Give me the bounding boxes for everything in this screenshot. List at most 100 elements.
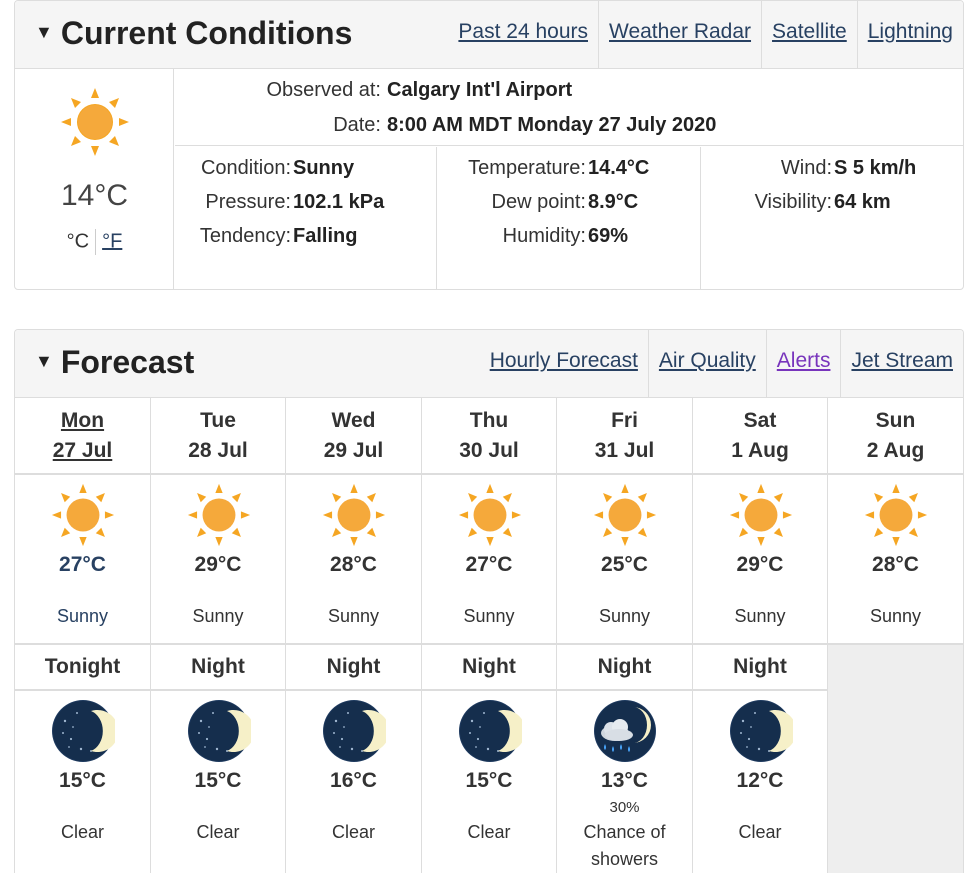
night-low-temp: 15°C bbox=[59, 769, 106, 792]
forecast-day-header: Tue 28 Jul bbox=[151, 398, 286, 475]
observation-info: Observed at: Calgary Int'l Airport Date: 8… bbox=[175, 69, 963, 146]
sun-icon bbox=[458, 483, 522, 552]
night-condition: Clear bbox=[60, 822, 104, 842]
day-date: 2 Aug bbox=[866, 439, 925, 462]
satellite-link[interactable]: Satellite bbox=[761, 1, 857, 69]
lightning-link[interactable]: Lightning bbox=[856, 1, 963, 69]
day-date: 27 Jul bbox=[52, 439, 113, 462]
moon-icon bbox=[51, 699, 119, 768]
condition-value: Sunny bbox=[293, 157, 355, 179]
forecast-night-cell: 15°C Clear bbox=[151, 691, 286, 873]
day-condition: Sunny bbox=[463, 606, 515, 626]
day-date: 31 Jul bbox=[594, 439, 655, 462]
forecast-night-header: Night bbox=[286, 645, 422, 691]
day-condition: Sunny bbox=[734, 606, 786, 626]
weather-radar-link[interactable]: Weather Radar bbox=[598, 1, 761, 69]
moon-icon bbox=[729, 699, 797, 768]
sun-icon bbox=[593, 483, 657, 552]
forecast-night-header: Night bbox=[693, 645, 828, 691]
day-of-week: Thu bbox=[469, 409, 509, 432]
temperature-label: Temperature: bbox=[468, 157, 586, 179]
moon-cloud-rain-icon bbox=[593, 699, 657, 768]
hourly-forecast-link[interactable]: Hourly Forecast bbox=[480, 330, 648, 398]
night-condition: Clear bbox=[331, 822, 375, 842]
visibility-label: Visibility: bbox=[754, 191, 832, 213]
forecast-header: ▼ Forecast Hourly Forecast Air Quality Al… bbox=[15, 330, 963, 398]
day-date: 28 Jul bbox=[188, 439, 248, 462]
day-date: 1 Aug bbox=[731, 439, 789, 462]
forecast-day-cell: 28°C Sunny bbox=[286, 475, 422, 645]
forecast-day-header: Sun 2 Aug bbox=[828, 398, 963, 475]
current-temperature: 14°C bbox=[60, 179, 129, 212]
day-date: 29 Jul bbox=[323, 439, 384, 462]
current-conditions-title[interactable]: ▼ Current Conditions bbox=[35, 15, 352, 52]
day-condition: Sunny bbox=[192, 606, 244, 626]
day-date: 30 Jul bbox=[459, 439, 519, 462]
air-quality-link[interactable]: Air Quality bbox=[647, 330, 766, 398]
night-low-temp: 12°C bbox=[736, 769, 784, 792]
precip-probability: 30% bbox=[609, 799, 640, 816]
celsius-unit: °C bbox=[66, 230, 90, 253]
dew-point-value: 8.9°C bbox=[588, 191, 639, 213]
current-summary: 14°C °C °F bbox=[15, 69, 174, 289]
current-conditions-panel: ▼ Current Conditions Past 24 hours Weathe… bbox=[14, 0, 964, 290]
sun-icon bbox=[322, 483, 386, 552]
day-of-week: Mon bbox=[60, 409, 105, 432]
forecast-night-header: Night bbox=[151, 645, 286, 691]
forecast-day-cell: 27°C Sunny bbox=[15, 475, 151, 645]
sun-icon bbox=[61, 88, 129, 156]
forecast-day-cell: 29°C Sunny bbox=[151, 475, 286, 645]
conditions-column-2: Temperature: 14.4°C Dew point: 8.9°C Humid… bbox=[438, 147, 701, 289]
current-conditions-header: ▼ Current Conditions Past 24 hours Weathe… bbox=[15, 1, 963, 69]
current-conditions-links: Past 24 hours Weather Radar Satellite Li… bbox=[448, 1, 963, 69]
forecast-title[interactable]: ▼ Forecast bbox=[35, 344, 194, 381]
observed-at-value: Calgary Int'l Airport bbox=[387, 79, 573, 101]
day-high-temp: 29°C bbox=[194, 553, 242, 576]
forecast-night-header: Night bbox=[422, 645, 557, 691]
night-low-temp: 15°C bbox=[465, 769, 513, 792]
pressure-label: Pressure: bbox=[205, 191, 291, 213]
wind-value: S 5 km/h bbox=[834, 157, 917, 179]
forecast-day-header: Thu 30 Jul bbox=[422, 398, 557, 475]
night-low-temp: 15°C bbox=[194, 769, 242, 792]
night-condition: Clear bbox=[196, 822, 240, 842]
temperature-value: 14.4°C bbox=[588, 157, 650, 179]
conditions-column-3: Wind: S 5 km/h Visibility: 64 km bbox=[702, 147, 963, 289]
day-of-week: Tue bbox=[200, 409, 236, 432]
forecast-day-cell: 28°C Sunny bbox=[828, 475, 963, 645]
forecast-day-cell: 29°C Sunny bbox=[693, 475, 828, 645]
jet-stream-link[interactable]: Jet Stream bbox=[840, 330, 963, 398]
condition-label: Condition: bbox=[200, 157, 291, 179]
night-condition: Clear bbox=[738, 822, 782, 842]
day-of-week: Sun bbox=[875, 409, 916, 432]
forecast-night-header: Tonight bbox=[15, 645, 151, 691]
unit-toggle: °C °F bbox=[15, 229, 174, 255]
night-low-temp: 13°C bbox=[601, 769, 648, 792]
tendency-label: Tendency: bbox=[199, 225, 291, 247]
day-high-temp: 27°C bbox=[465, 553, 513, 576]
day-of-week: Sat bbox=[743, 409, 777, 432]
observed-at-label: Observed at: bbox=[266, 79, 381, 101]
visibility-value: 64 km bbox=[834, 191, 891, 213]
forecast-day-cell: 27°C Sunny bbox=[422, 475, 557, 645]
empty-night-cell bbox=[828, 645, 963, 873]
forecast-day-header[interactable]: Mon 27 Jul bbox=[15, 398, 151, 475]
day-high-temp: 28°C bbox=[872, 553, 919, 576]
conditions-column-1: Condition: Sunny Pressure: 102.1 kPa Tende… bbox=[175, 147, 437, 289]
day-condition: Sunny bbox=[869, 606, 922, 626]
day-of-week: Wed bbox=[331, 409, 376, 432]
forecast-panel: ▼ Forecast Hourly Forecast Air Quality Al… bbox=[14, 329, 964, 873]
night-condition: Chance of showers bbox=[583, 822, 666, 869]
fahrenheit-link[interactable]: °F bbox=[102, 230, 122, 252]
alerts-link[interactable]: Alerts bbox=[765, 330, 841, 398]
day-high-temp: 28°C bbox=[330, 553, 377, 576]
dew-point-label: Dew point: bbox=[491, 191, 587, 213]
day-condition: Sunny bbox=[56, 606, 109, 626]
sun-icon bbox=[51, 483, 115, 552]
caret-down-icon: ▼ bbox=[35, 351, 53, 372]
moon-icon bbox=[322, 699, 390, 768]
forecast-night-cell: 13°C 30% Chance of showers bbox=[557, 691, 693, 873]
moon-icon bbox=[458, 699, 526, 768]
date-label: Date: bbox=[333, 114, 381, 136]
past-24-hours-link[interactable]: Past 24 hours bbox=[448, 1, 598, 69]
